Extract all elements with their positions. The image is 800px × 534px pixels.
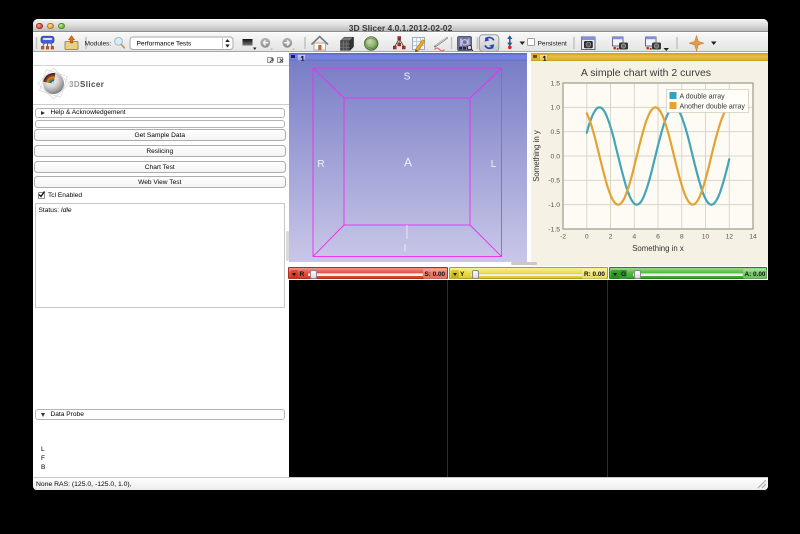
svg-text:1.5: 1.5 — [551, 80, 561, 87]
svg-text:14: 14 — [749, 234, 757, 241]
svg-text:12: 12 — [725, 234, 733, 241]
svg-text:-0.5: -0.5 — [548, 178, 560, 185]
svg-text:Something in y: Something in y — [532, 130, 541, 182]
svg-text:I: I — [404, 244, 407, 255]
svg-text:0.5: 0.5 — [551, 129, 561, 136]
svg-text:R: R — [317, 159, 324, 170]
svg-text:10: 10 — [702, 234, 710, 241]
svg-text:A: A — [404, 156, 412, 170]
svg-text:A simple chart with 2 curves: A simple chart with 2 curves — [581, 67, 711, 79]
svg-text:Performance Tests: Performance Tests — [137, 41, 193, 48]
svg-text:Another double array: Another double array — [680, 103, 746, 110]
svg-text:4: 4 — [632, 234, 636, 241]
svg-text:Something in x: Something in x — [632, 244, 684, 253]
svg-text:-1.5: -1.5 — [548, 226, 560, 233]
svg-text:L: L — [491, 159, 497, 170]
svg-text:0.0: 0.0 — [551, 153, 561, 160]
svg-text:S: S — [404, 72, 411, 83]
svg-text:8: 8 — [680, 234, 684, 241]
svg-text:1.0: 1.0 — [551, 105, 561, 112]
svg-text:6: 6 — [656, 234, 660, 241]
svg-text:Persistent: Persistent — [538, 41, 567, 48]
svg-text:A double array: A double array — [680, 93, 726, 100]
svg-text:2: 2 — [609, 234, 613, 241]
svg-text:Modules:: Modules: — [85, 41, 112, 48]
svg-text:-2: -2 — [560, 234, 566, 241]
svg-text:0: 0 — [585, 234, 589, 241]
svg-text:-1.0: -1.0 — [548, 202, 560, 209]
